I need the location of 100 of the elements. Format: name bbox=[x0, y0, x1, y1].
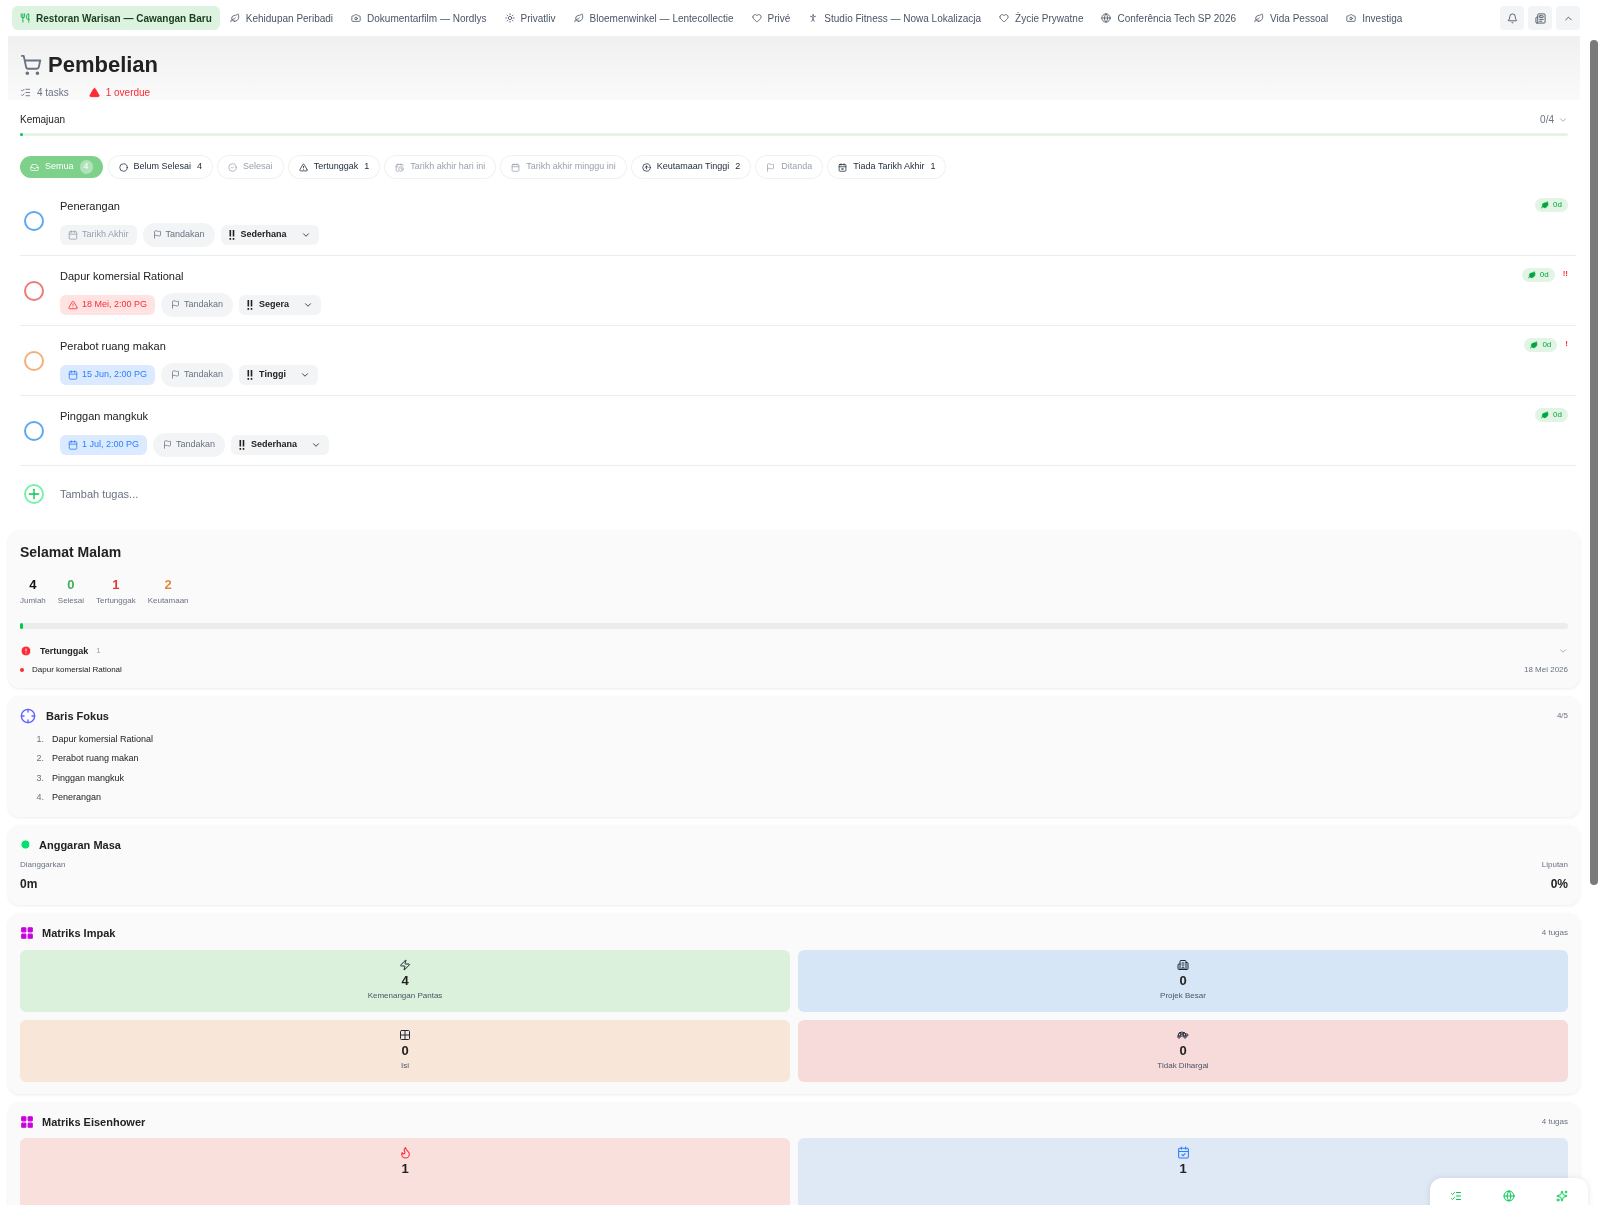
focus-item: Perabot ruang makan bbox=[52, 752, 139, 765]
flag-button[interactable]: Tandakan bbox=[142, 222, 215, 247]
warning-icon bbox=[298, 162, 308, 172]
flag-icon bbox=[766, 162, 776, 172]
task-checkbox[interactable] bbox=[24, 280, 44, 301]
panel-button[interactable] bbox=[1528, 6, 1552, 30]
time-estimate: 0d bbox=[1535, 198, 1568, 212]
camera-icon bbox=[351, 13, 362, 23]
filter-chip[interactable]: Belum Selesai 4 bbox=[108, 156, 213, 178]
time-estimate: 0d bbox=[1535, 408, 1568, 422]
matrix-count: 4 tugas bbox=[1541, 1115, 1568, 1128]
clock-icon bbox=[20, 839, 31, 851]
list-number: 4. bbox=[35, 791, 44, 804]
workspace-tab[interactable]: Kehidupan Peribadi bbox=[221, 6, 342, 30]
warning-icon bbox=[88, 87, 100, 98]
workspace-tab[interactable]: Vida Pessoal bbox=[1246, 6, 1337, 30]
filter-chip[interactable]: Tiada Tarikh Akhir 1 bbox=[828, 156, 946, 178]
task-title: Perabot ruang makan bbox=[60, 339, 167, 354]
workspace-tab[interactable]: Studio Fitness — Nowa Lokalizacja bbox=[800, 6, 990, 30]
workspace-tab[interactable]: Bloemenwinkel — Lentecollectie bbox=[565, 6, 742, 30]
stat-label: Keutamaan bbox=[147, 594, 189, 607]
quadrant-label: Isi bbox=[401, 1060, 409, 1073]
calendar-icon bbox=[68, 369, 78, 380]
quadrant-label: Tidak Dihargai bbox=[1157, 1060, 1209, 1073]
matrix-quadrant[interactable]: 0 Isi bbox=[20, 1019, 790, 1082]
turtle-icon bbox=[1177, 1028, 1189, 1041]
greeting-title: Selamat Malam bbox=[20, 543, 123, 562]
scrollbar-thumb[interactable] bbox=[1590, 40, 1598, 885]
overdue-count: 1 overdue bbox=[105, 86, 151, 100]
notification-button[interactable] bbox=[1500, 6, 1524, 30]
add-icon bbox=[24, 484, 44, 504]
focus-item: Dapur komersial Rational bbox=[52, 732, 154, 746]
matrix-quadrant[interactable]: 1 bbox=[20, 1138, 790, 1205]
flag-button[interactable]: Tandakan bbox=[153, 432, 226, 457]
workspace-tab[interactable]: Privé bbox=[743, 6, 799, 30]
focus-item: Penerangan bbox=[52, 791, 102, 804]
quadrant-count: 1 bbox=[401, 1160, 409, 1178]
list-number: 1. bbox=[35, 732, 44, 746]
exclamation-icon bbox=[247, 369, 254, 380]
filter-chip[interactable]: Tertunggak 1 bbox=[288, 156, 380, 178]
task-title: Dapur komersial Rational bbox=[60, 269, 185, 284]
flag-button[interactable]: Tandakan bbox=[161, 362, 234, 387]
sparkle-icon[interactable] bbox=[1555, 1190, 1568, 1202]
workspace-tab[interactable]: Privatliv bbox=[496, 6, 564, 30]
calendar-x-icon bbox=[838, 162, 848, 172]
calendar-icon bbox=[68, 229, 78, 240]
matrix-quadrant[interactable]: 4 Kemenangan Pantas bbox=[20, 949, 790, 1012]
stat-label: Tertunggak bbox=[96, 594, 136, 607]
focus-title: Baris Fokus bbox=[46, 709, 109, 724]
progress-reading: 0/4 bbox=[1540, 113, 1554, 127]
overdue-task: Dapur komersial Rational bbox=[32, 664, 122, 676]
calendar-clock-icon bbox=[395, 162, 405, 172]
list-number: 3. bbox=[35, 771, 44, 785]
progress-label: Kemajuan bbox=[20, 113, 66, 127]
filter-chip[interactable]: Keutamaan Tinggi 2 bbox=[631, 156, 751, 178]
quadrant-count: 4 bbox=[401, 971, 409, 990]
grid-icon bbox=[20, 926, 34, 941]
globe-icon[interactable] bbox=[1503, 1190, 1515, 1202]
priority-dropdown[interactable]: Segera bbox=[239, 294, 322, 315]
task-checkbox[interactable] bbox=[24, 210, 44, 231]
matrix-quadrant[interactable]: 1 bbox=[798, 1138, 1568, 1205]
matrix-count: 4 tugas bbox=[1541, 927, 1568, 940]
leaf-icon bbox=[1541, 411, 1550, 419]
flag-icon bbox=[152, 230, 162, 239]
matrix-title: Matriks Eisenhower bbox=[42, 1114, 146, 1130]
quadrant-count: 1 bbox=[1179, 1160, 1187, 1178]
workspace-tab[interactable]: Dokumentarfilm — Nordlys bbox=[343, 6, 495, 30]
priority-dropdown[interactable]: Sederhana bbox=[231, 434, 330, 455]
calendar-check-icon bbox=[1176, 1146, 1190, 1159]
flag-button[interactable]: Tandakan bbox=[161, 292, 234, 317]
priority-dropdown[interactable]: Tinggi bbox=[239, 364, 318, 385]
heart-icon bbox=[999, 13, 1010, 23]
workspace-tab[interactable]: Conferência Tech SP 2026 bbox=[1093, 6, 1245, 30]
stat-value: 2 bbox=[164, 576, 172, 594]
add-task-field[interactable]: Tambah tugas... bbox=[60, 485, 1576, 503]
task-list-icon[interactable] bbox=[1450, 1190, 1463, 1202]
quadrant-count: 0 bbox=[1179, 971, 1187, 990]
overdue-date: 18 Mei 2026 bbox=[1523, 664, 1568, 676]
flame-icon bbox=[398, 1146, 412, 1159]
lightning-icon bbox=[399, 958, 411, 971]
quadrant-count: 0 bbox=[401, 1041, 409, 1060]
matrix-quadrant[interactable]: 0 Tidak Dihargai bbox=[798, 1019, 1568, 1082]
task-checkbox[interactable] bbox=[24, 420, 44, 441]
workspace-tab[interactable]: Restoran Warisan — Cawangan Baru bbox=[12, 6, 220, 30]
leaf-icon bbox=[1541, 201, 1550, 209]
task-checkbox[interactable] bbox=[24, 350, 44, 371]
stat-label: Selesai bbox=[57, 594, 85, 607]
warning-icon bbox=[68, 299, 78, 310]
leaf-icon bbox=[1530, 341, 1539, 349]
workspace-tab[interactable]: Investiga bbox=[1338, 6, 1411, 30]
leaf-icon bbox=[573, 13, 584, 23]
flag-icon bbox=[171, 300, 181, 309]
estimated-label: Dianggarkan bbox=[20, 859, 66, 871]
matrix-quadrant[interactable]: 0 Projek Besar bbox=[798, 949, 1568, 1012]
exclamation-icon bbox=[247, 299, 254, 310]
workspace-tab[interactable]: Życie Prywatne bbox=[991, 6, 1092, 30]
grid-icon bbox=[399, 1028, 411, 1041]
priority-dropdown[interactable]: Sederhana bbox=[220, 224, 319, 245]
coverage-value: 0% bbox=[1550, 876, 1568, 893]
task-title: Pinggan mangkuk bbox=[60, 409, 150, 424]
